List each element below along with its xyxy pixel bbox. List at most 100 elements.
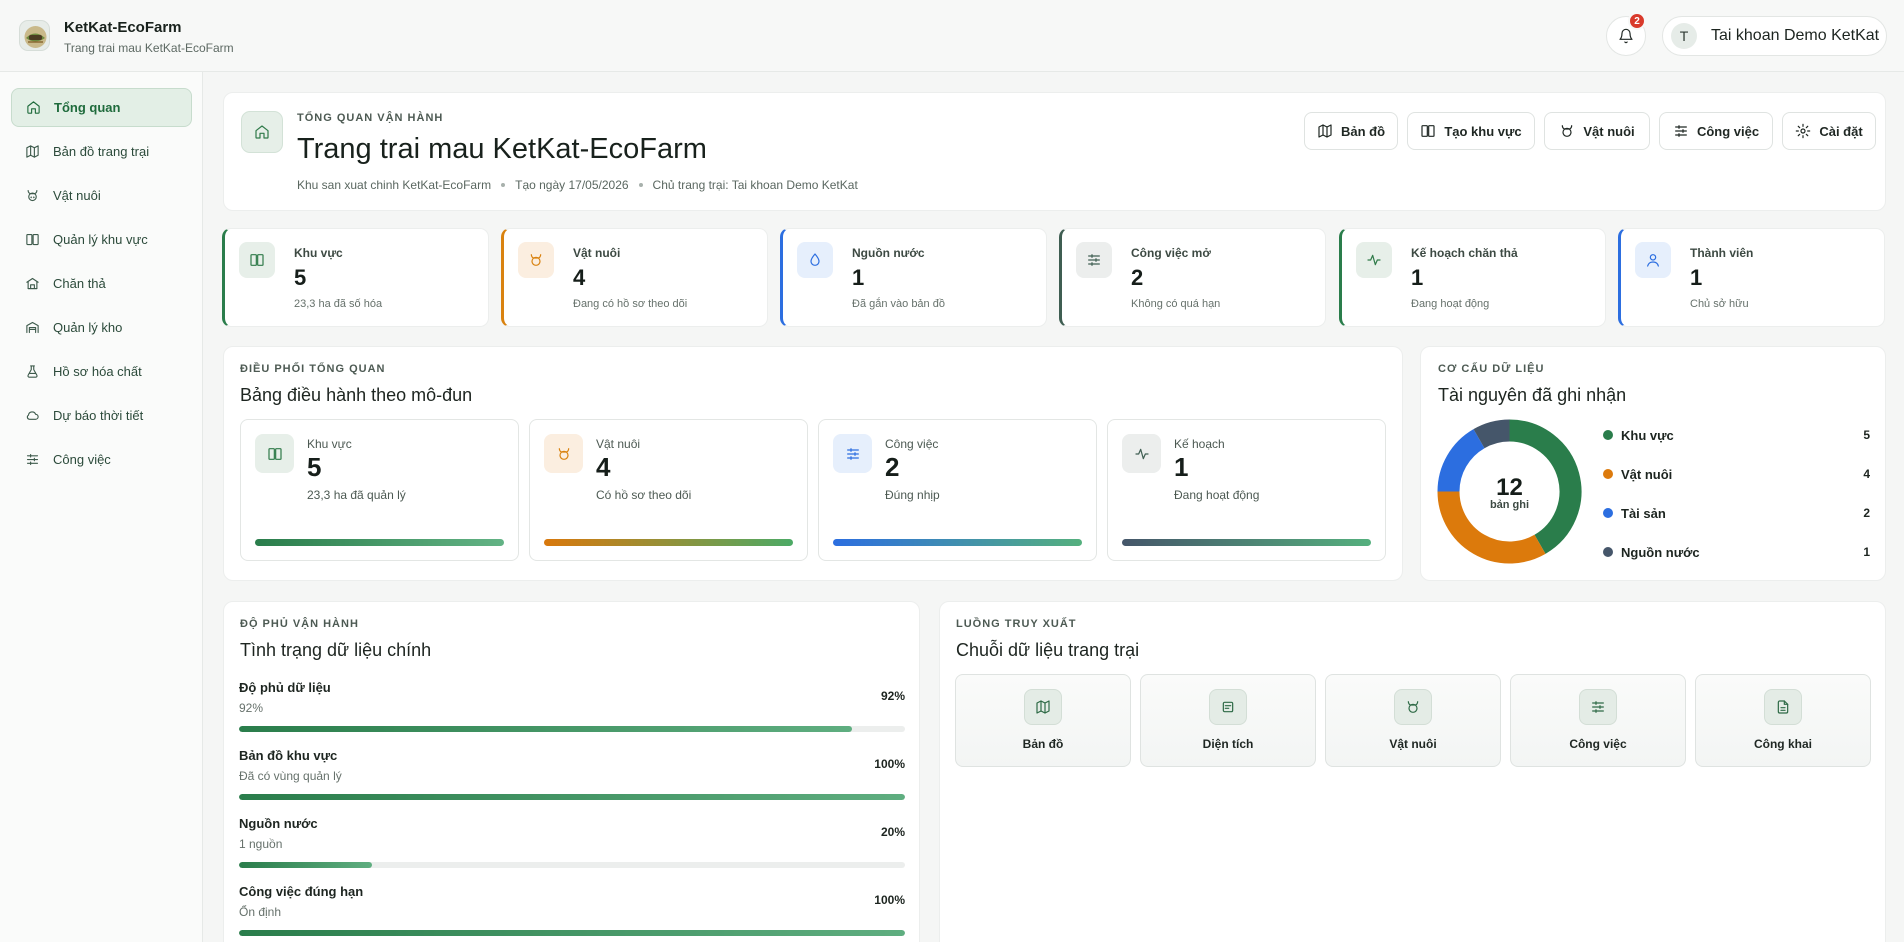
- module-card-areas[interactable]: Khu vực 5 23,3 ha đã quản lý: [240, 419, 519, 561]
- cattle-icon: [544, 434, 583, 473]
- section-title: Tình trạng dữ liệu chính: [240, 640, 432, 660]
- legend-item-assets: Tài sản 2: [1603, 503, 1870, 523]
- stat-subtitle: Đang có hồ sơ theo dõi: [573, 298, 688, 310]
- stat-card-areas[interactable]: Khu vực 5 23,3 ha đã số hóa: [222, 228, 489, 327]
- tasks-icon: [1675, 125, 1687, 137]
- sidebar-item-tasks[interactable]: Công việc: [11, 440, 192, 479]
- bell-icon: [1619, 28, 1633, 44]
- sidebar-item-weather[interactable]: Dự báo thời tiết: [11, 396, 192, 435]
- stat-label: Kế hoạch chăn thả: [1411, 246, 1518, 260]
- sidebar-item-warehouse[interactable]: Quản lý kho: [11, 308, 192, 347]
- home-icon: [27, 101, 40, 114]
- sidebar-item-label: Quản lý kho: [53, 320, 123, 335]
- tasks-icon: [833, 434, 872, 473]
- module-label: Kế hoạch: [1174, 437, 1225, 451]
- area-icon: [1421, 125, 1435, 137]
- gear-icon: [1796, 123, 1811, 139]
- coverage-fill: [239, 930, 905, 936]
- activity-icon: [1122, 434, 1161, 473]
- flow-step-map[interactable]: Bản đồ: [955, 674, 1131, 767]
- brand-name: KetKat-EcoFarm: [64, 19, 182, 36]
- coverage-subtitle: 92%: [239, 701, 264, 715]
- stat-value: 4: [573, 265, 586, 290]
- create-area-button[interactable]: Tạo khu vực: [1407, 112, 1535, 150]
- coverage-name: Bản đồ khu vực: [239, 748, 338, 763]
- section-eyebrow: LUỒNG TRUY XUẤT: [956, 618, 1077, 630]
- sidebar-item-label: Dự báo thời tiết: [53, 408, 144, 423]
- sidebar-item-livestock[interactable]: Vật nuôi: [11, 176, 192, 215]
- stat-card-livestock[interactable]: Vật nuôi 4 Đang có hồ sơ theo dõi: [501, 228, 768, 327]
- legend-swatch: [1603, 430, 1613, 440]
- module-value: 5: [307, 452, 322, 482]
- stat-value: 5: [294, 265, 307, 290]
- settings-button[interactable]: Cài đặt: [1782, 112, 1876, 150]
- button-label: Tạo khu vực: [1444, 123, 1522, 139]
- top-bar: KetKat-EcoFarm Trang trai mau KetKat-Eco…: [0, 0, 1904, 72]
- sidebar-item-label: Bản đồ trang trại: [53, 144, 150, 159]
- stat-label: Vật nuôi: [573, 246, 621, 260]
- area-doc-icon: [1209, 689, 1247, 725]
- stat-subtitle: Đã gắn vào bản đồ: [852, 298, 945, 310]
- tasks-icon: [26, 453, 39, 466]
- flow-step-tasks[interactable]: Công việc: [1510, 674, 1686, 767]
- cattle-icon: [518, 242, 554, 278]
- brand-subtitle: Trang trai mau KetKat-EcoFarm: [64, 41, 234, 55]
- meta-separator: [501, 183, 506, 187]
- user-menu-button[interactable]: T Tai khoan Demo KetKat: [1662, 16, 1887, 56]
- stat-label: Thành viên: [1690, 246, 1754, 260]
- module-value: 4: [596, 452, 611, 482]
- sidebar-item-label: Công việc: [53, 452, 111, 467]
- sidebar-item-areas[interactable]: Quản lý khu vực: [11, 220, 192, 259]
- cattle-icon: [1394, 689, 1432, 725]
- sidebar-item-grazing[interactable]: Chăn thả: [11, 264, 192, 303]
- legend-label: Khu vực: [1621, 427, 1674, 443]
- module-card-tasks[interactable]: Công việc 2 Đúng nhịp: [818, 419, 1097, 561]
- stat-value: 2: [1131, 265, 1144, 290]
- map-icon: [26, 145, 39, 158]
- sidebar-item-label: Vật nuôi: [53, 188, 101, 203]
- farm-logo[interactable]: [19, 20, 50, 51]
- created-date: Tạo ngày 17/05/2026: [515, 178, 629, 192]
- flow-step-livestock[interactable]: Vật nuôi: [1325, 674, 1501, 767]
- tasks-button[interactable]: Công việc: [1659, 112, 1773, 150]
- tasks-icon: [1579, 689, 1617, 725]
- stat-value: 1: [852, 265, 865, 290]
- module-card-plans[interactable]: Kế hoạch 1 Đang hoạt động: [1107, 419, 1386, 561]
- sidebar-item-chemicals[interactable]: Hồ sơ hóa chất: [11, 352, 192, 391]
- legend-value: 1: [1863, 545, 1870, 559]
- farm-owner: Chủ trang trại: Tai khoan Demo KetKat: [652, 178, 858, 192]
- livestock-button[interactable]: Vật nuôi: [1544, 112, 1650, 150]
- stat-card-members[interactable]: Thành viên 1 Chủ sở hữu: [1618, 228, 1885, 327]
- module-label: Vật nuôi: [596, 437, 641, 451]
- sidebar-item-overview[interactable]: Tổng quan: [11, 88, 192, 127]
- flow-step-label: Diện tích: [1202, 737, 1254, 751]
- legend-item-water: Nguồn nước 1: [1603, 542, 1870, 562]
- module-value: 2: [885, 452, 900, 482]
- section-title: Chuỗi dữ liệu trang trại: [956, 640, 1140, 660]
- sidebar-item-farm-map[interactable]: Bản đồ trang trại: [11, 132, 192, 171]
- legend-label: Tài sản: [1621, 505, 1666, 521]
- stat-subtitle: Không có quá hạn: [1131, 298, 1221, 310]
- sidebar: Tổng quan Bản đồ trang trại Vật nuôi Quả…: [0, 72, 203, 942]
- flow-step-area[interactable]: Diện tích: [1140, 674, 1316, 767]
- section-eyebrow: TỔNG QUAN VẬN HÀNH: [297, 112, 444, 124]
- sidebar-item-label: Quản lý khu vực: [53, 232, 148, 247]
- stat-value: 1: [1690, 265, 1703, 290]
- stat-card-open-tasks[interactable]: Công việc mở 2 Không có quá hạn: [1059, 228, 1326, 327]
- module-progress-bar: [544, 539, 793, 546]
- section-title: Bảng điều hành theo mô-đun: [240, 385, 473, 405]
- cloud-icon: [26, 411, 39, 420]
- activity-icon: [1356, 242, 1392, 278]
- module-label: Khu vực: [307, 437, 352, 451]
- map-icon: [1024, 689, 1062, 725]
- map-button[interactable]: Bản đồ: [1304, 112, 1398, 150]
- coverage-item-water: Nguồn nước 1 nguồn 20%: [239, 816, 905, 868]
- stat-card-grazing-plans[interactable]: Kế hoạch chăn thả 1 Đang hoạt động: [1339, 228, 1606, 327]
- coverage-fill: [239, 726, 852, 732]
- legend-swatch: [1603, 469, 1613, 479]
- legend-item-livestock: Vật nuôi 4: [1603, 464, 1870, 484]
- flow-step-public[interactable]: Công khai: [1695, 674, 1871, 767]
- module-subtitle: 23,3 ha đã quản lý: [307, 488, 406, 502]
- stat-card-water[interactable]: Nguồn nước 1 Đã gắn vào bản đồ: [780, 228, 1047, 327]
- module-card-livestock[interactable]: Vật nuôi 4 Có hồ sơ theo dõi: [529, 419, 808, 561]
